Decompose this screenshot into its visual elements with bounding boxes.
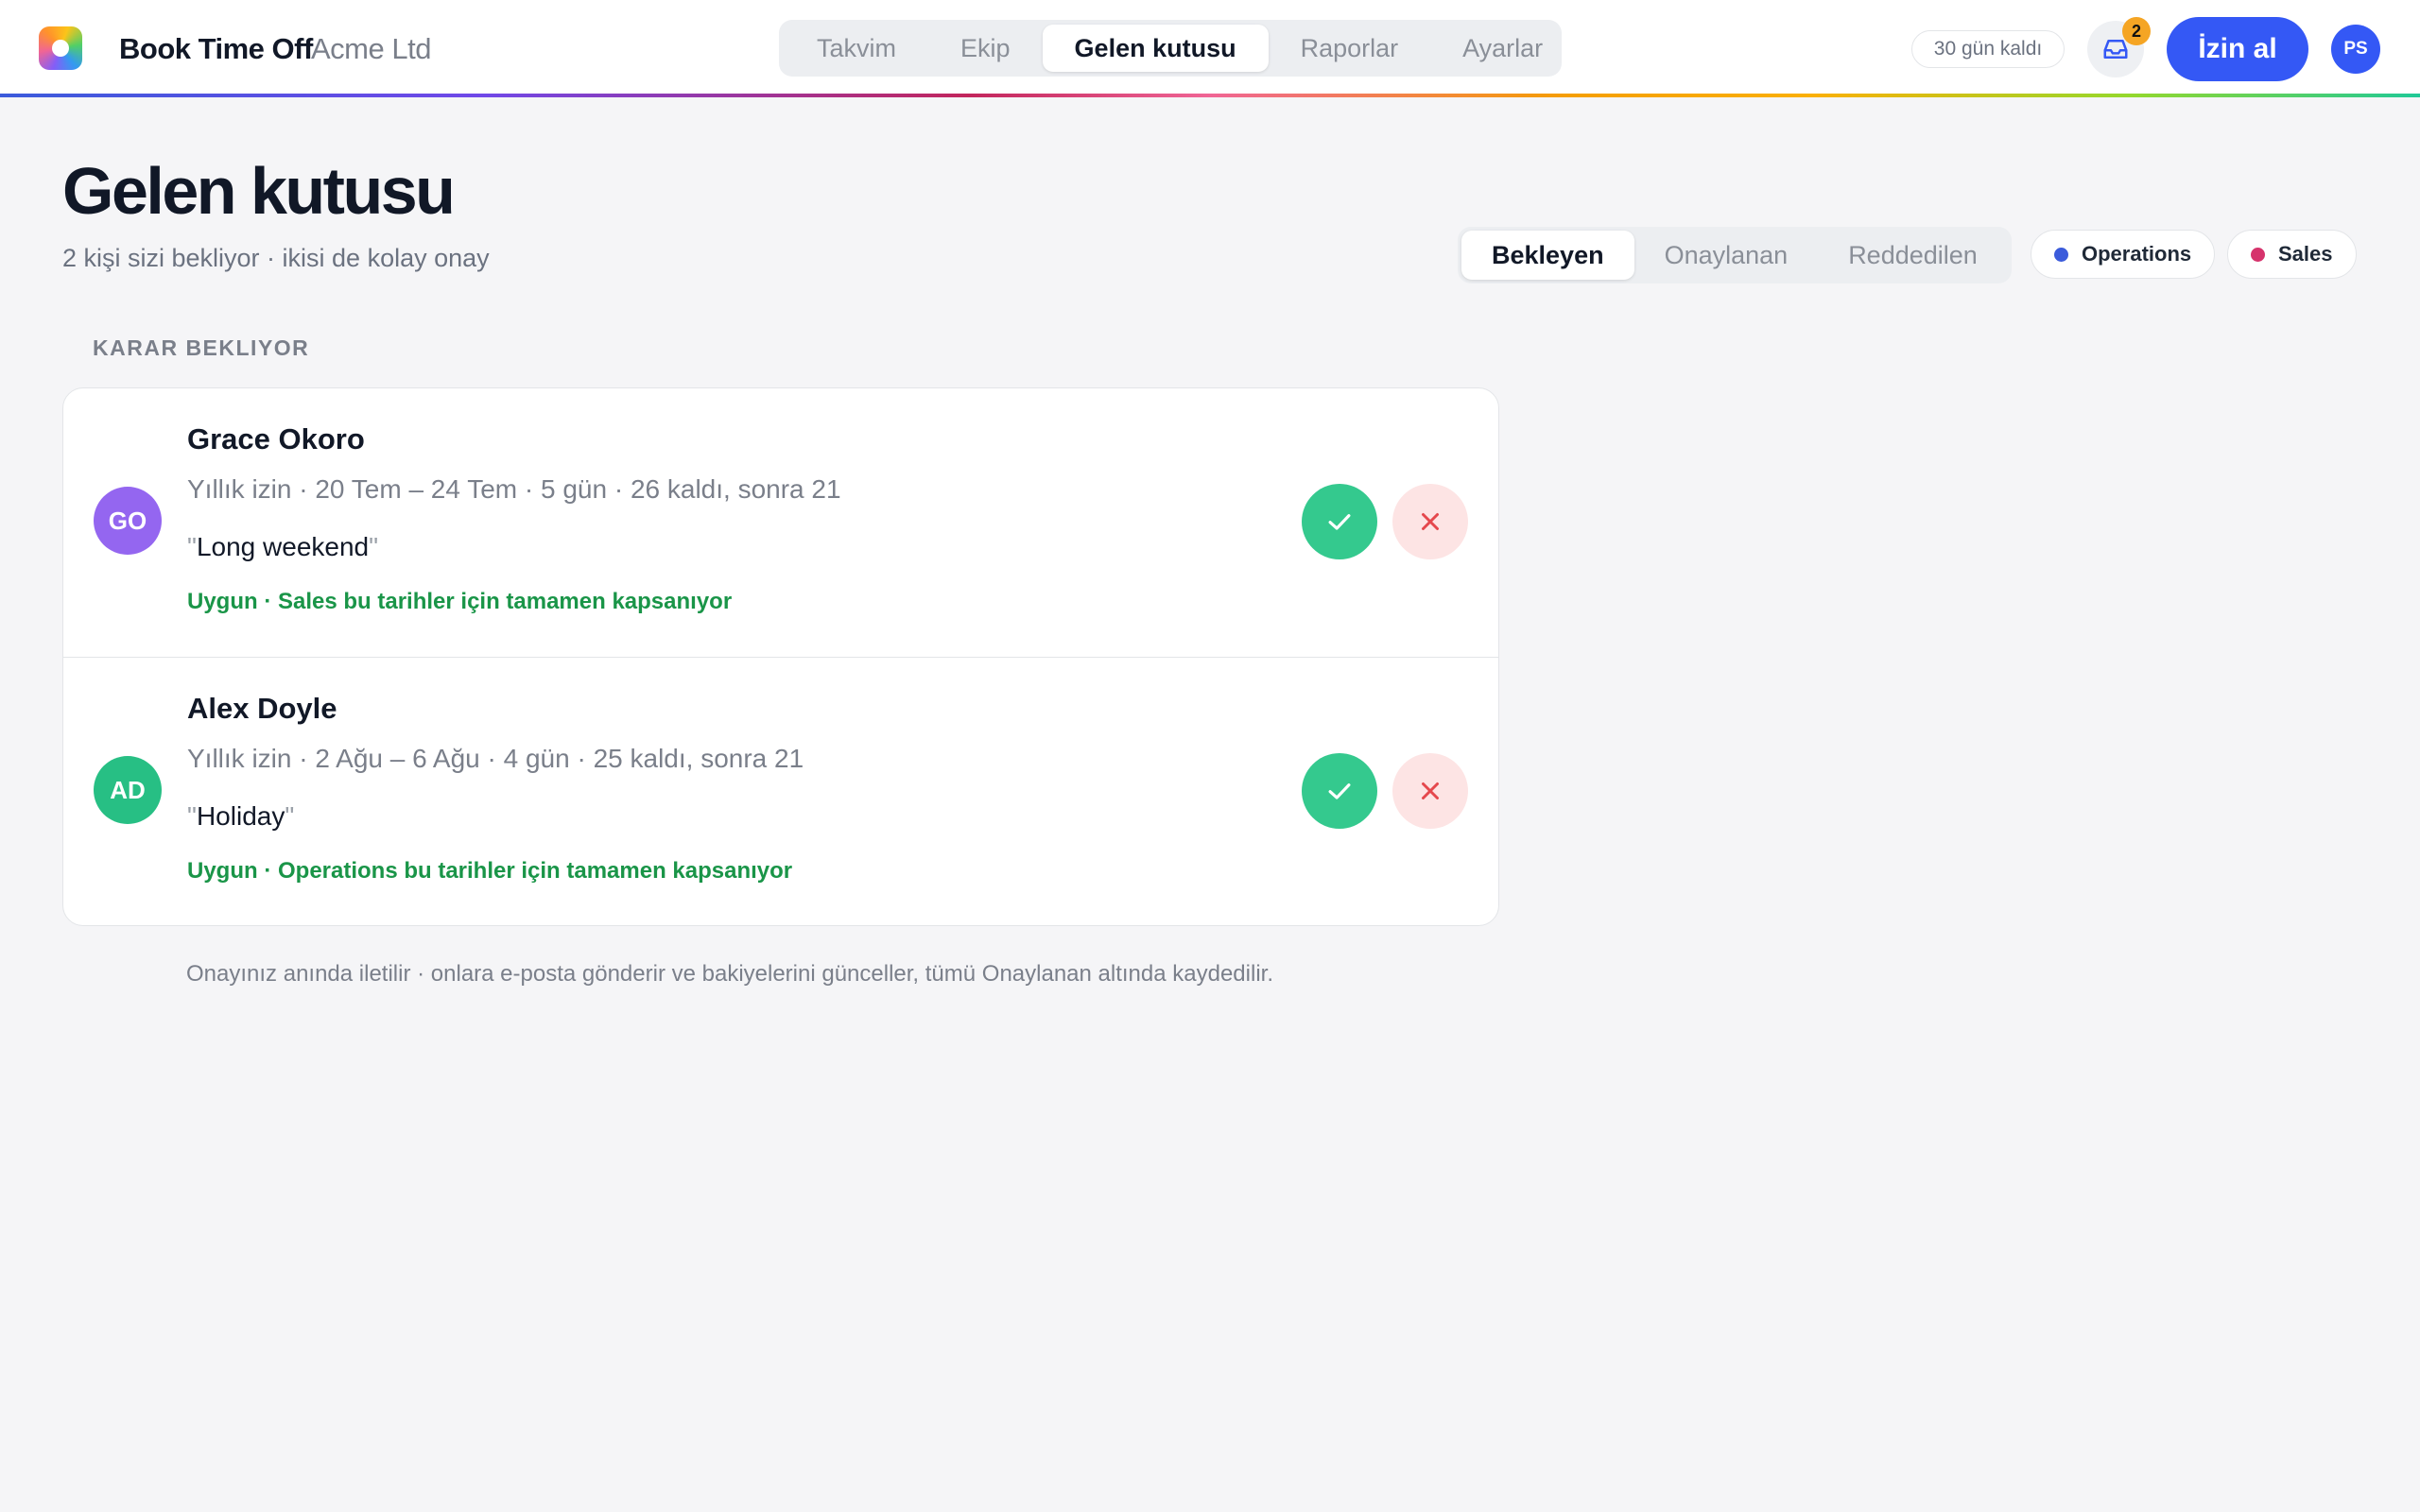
approve-button[interactable] bbox=[1302, 753, 1377, 829]
reject-button[interactable] bbox=[1392, 484, 1468, 559]
top-bar: Book Time Off Acme Ltd Takvim Ekip Gelen… bbox=[0, 0, 2420, 97]
request-details: Yıllık izin · 20 Tem – 24 Tem · 5 gün · … bbox=[187, 474, 841, 504]
team-chip-sales[interactable]: Sales bbox=[2227, 230, 2357, 279]
page-title: Gelen kutusu bbox=[62, 154, 456, 228]
filter-tab-rejected[interactable]: Reddedilen bbox=[1818, 231, 2008, 280]
close-icon bbox=[1422, 513, 1439, 530]
user-avatar[interactable]: PS bbox=[2331, 25, 2380, 74]
page-subtitle: 2 kişi sizi bekliyor · ikisi de kolay on… bbox=[62, 244, 490, 272]
request-note: "Long weekend" bbox=[187, 532, 379, 561]
coverage-status: Uygun · Sales bu tarihler için tamamen k… bbox=[187, 589, 733, 614]
nav-tab-team[interactable]: Ekip bbox=[928, 25, 1043, 72]
request-time-off-button[interactable]: İzin al bbox=[2167, 17, 2308, 81]
team-chip-label: Operations bbox=[2082, 242, 2192, 266]
nav-tab-reports[interactable]: Raporlar bbox=[1269, 25, 1431, 72]
status-filter: Bekleyen Onaylanan Reddedilen bbox=[1458, 227, 2012, 284]
check-icon bbox=[1328, 783, 1351, 799]
close-icon bbox=[1422, 782, 1439, 799]
header-accent-line bbox=[0, 94, 2420, 97]
request-item: GO Grace Okoro Yıllık izin · 20 Tem – 24… bbox=[63, 388, 1498, 657]
nav-tab-calendar[interactable]: Takvim bbox=[785, 25, 928, 72]
team-chip-label: Sales bbox=[2278, 242, 2333, 266]
organization-name: Acme Ltd bbox=[311, 32, 431, 65]
app-logo[interactable] bbox=[39, 26, 82, 70]
team-color-dot bbox=[2054, 247, 2068, 262]
nav-tab-settings[interactable]: Ayarlar bbox=[1430, 25, 1575, 72]
requester-avatar: GO bbox=[94, 487, 162, 555]
check-icon bbox=[1328, 514, 1351, 530]
request-note-text: Holiday bbox=[196, 801, 285, 831]
reject-button[interactable] bbox=[1392, 753, 1468, 829]
requester-name: Alex Doyle bbox=[187, 692, 337, 725]
inbox-count-badge: 2 bbox=[2122, 17, 2151, 45]
request-item: AD Alex Doyle Yıllık izin · 2 Ağu – 6 Ağ… bbox=[63, 657, 1498, 925]
requester-name: Grace Okoro bbox=[187, 422, 365, 455]
nav-tab-inbox[interactable]: Gelen kutusu bbox=[1042, 25, 1269, 72]
days-left-badge: 30 gün kaldı bbox=[1911, 30, 2065, 68]
brand-name: Book Time Off bbox=[119, 32, 313, 65]
approve-button[interactable] bbox=[1302, 484, 1377, 559]
team-chip-operations[interactable]: Operations bbox=[2031, 230, 2216, 279]
team-color-dot bbox=[2251, 247, 2265, 262]
request-details: Yıllık izin · 2 Ağu – 6 Ağu · 4 gün · 25… bbox=[187, 744, 804, 773]
pending-requests-card: GO Grace Okoro Yıllık izin · 20 Tem – 24… bbox=[62, 387, 1499, 926]
section-label: KARAR BEKLIYOR bbox=[93, 335, 310, 360]
filter-tab-pending[interactable]: Bekleyen bbox=[1461, 231, 1634, 280]
request-note: "Holiday" bbox=[187, 801, 295, 831]
footnote: Onayınız anında iletilir · onlara e-post… bbox=[186, 961, 1273, 987]
main-nav: Takvim Ekip Gelen kutusu Raporlar Ayarla… bbox=[779, 20, 1562, 77]
filter-tab-approved[interactable]: Onaylanan bbox=[1634, 231, 1819, 280]
request-note-text: Long weekend bbox=[196, 532, 370, 561]
coverage-status: Uygun · Operations bu tarihler için tama… bbox=[187, 858, 793, 884]
requester-avatar: AD bbox=[94, 756, 162, 824]
